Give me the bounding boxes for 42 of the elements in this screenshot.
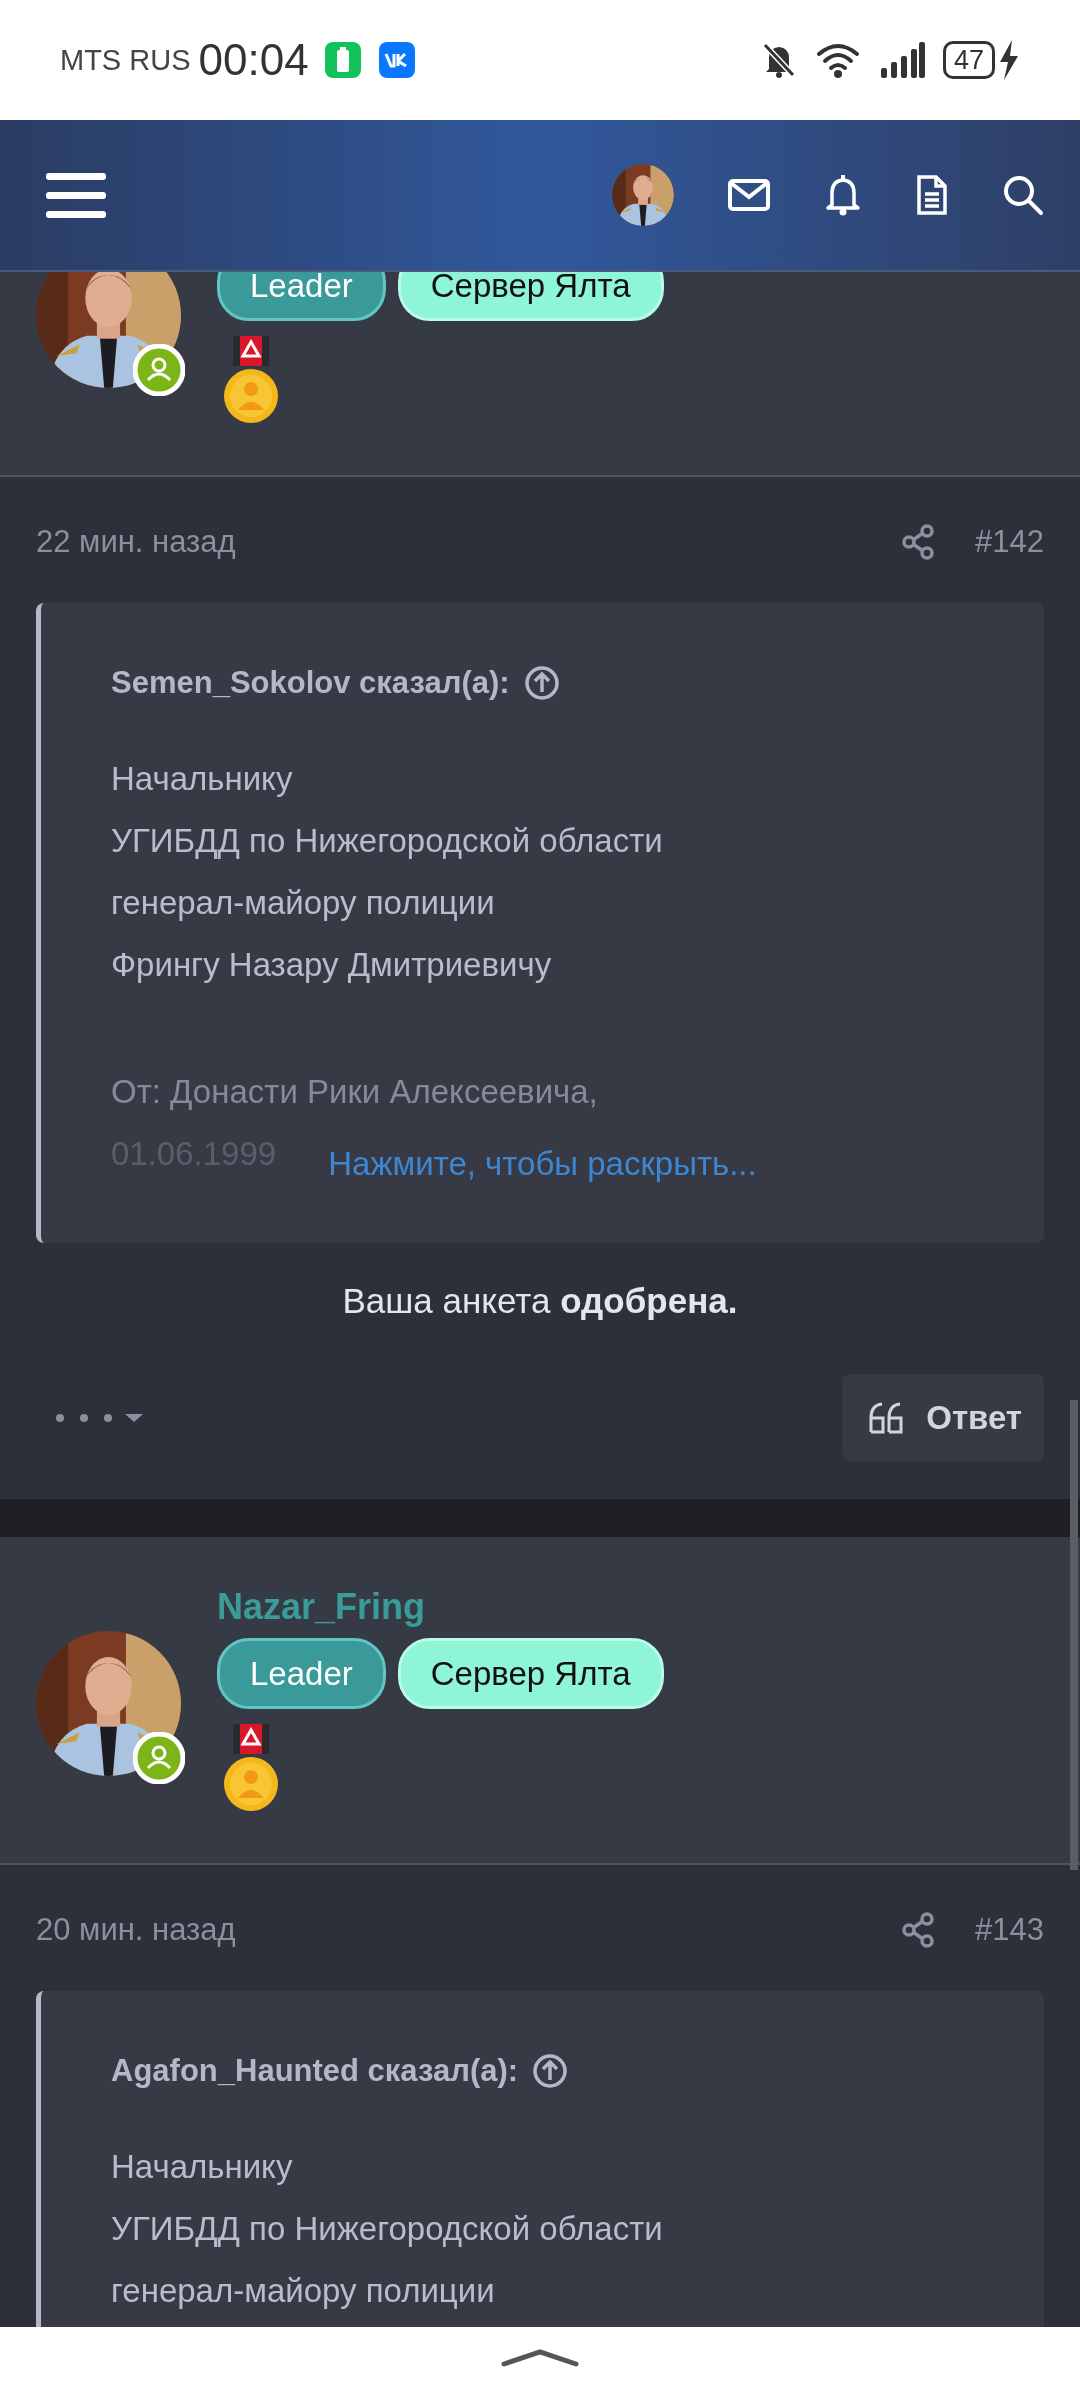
mail-icon[interactable] [728, 179, 770, 211]
expand-link[interactable]: Нажмите, чтобы раскрыть... [328, 1145, 757, 1182]
document-icon[interactable] [916, 174, 948, 216]
username[interactable]: Nazar_Fring [217, 1582, 426, 1632]
carrier-name: MTS RUS [60, 43, 191, 77]
share-icon[interactable] [901, 524, 936, 560]
user-badge: Leader [217, 1638, 386, 1709]
app-icon [376, 40, 417, 80]
share-icon[interactable] [901, 1912, 936, 1948]
post-message: Ваша анкета одобрена. [341, 1280, 739, 1322]
arrow-up-icon[interactable] [532, 2053, 569, 2089]
search-icon[interactable] [1002, 174, 1044, 216]
quote-text: УГИБДД по Нижегородской области [111, 821, 663, 861]
quote-text: генерал-майору полиции [111, 883, 495, 923]
quote-text: От: Донасти Рики Алексеевича, [111, 1072, 598, 1112]
post-number[interactable]: #143 [975, 1912, 1044, 1948]
quote-text: Фрингу Назару Дмитриевичу [111, 945, 552, 985]
medal-icon [224, 336, 278, 423]
signal-icon [878, 42, 925, 78]
menu-icon[interactable] [46, 170, 106, 220]
quote-author[interactable]: Agafon_Haunted сказал(а): [111, 2053, 519, 2089]
battery-saver-icon [322, 40, 363, 80]
quote-text: УГИБДД по Нижегородской области [111, 2209, 663, 2249]
person-icon [133, 1732, 185, 1784]
bell-icon[interactable] [824, 174, 862, 216]
arrow-up-icon[interactable] [523, 665, 560, 701]
charging-icon [998, 40, 1020, 80]
person-icon [133, 344, 185, 396]
post-time: 20 мин. назад [36, 1912, 236, 1948]
quote-text: генерал-майору полиции [111, 2271, 495, 2311]
quote-text: Начальнику [111, 2147, 293, 2187]
scrollbar[interactable] [1070, 1400, 1078, 1870]
quote-text: Начальнику [111, 759, 293, 799]
quote-author[interactable]: Semen_Sokolov сказал(а): [111, 665, 510, 701]
medal-icon [224, 1724, 278, 1811]
battery-level: 47 [942, 41, 995, 79]
wifi-icon [814, 41, 861, 79]
post-number[interactable]: #142 [975, 524, 1044, 560]
reply-button[interactable]: Ответ [842, 1374, 1044, 1461]
clock: 00:04 [198, 35, 309, 85]
post-time: 22 мин. назад [36, 524, 236, 560]
user-badge: Сервер Ялта [397, 1638, 664, 1709]
